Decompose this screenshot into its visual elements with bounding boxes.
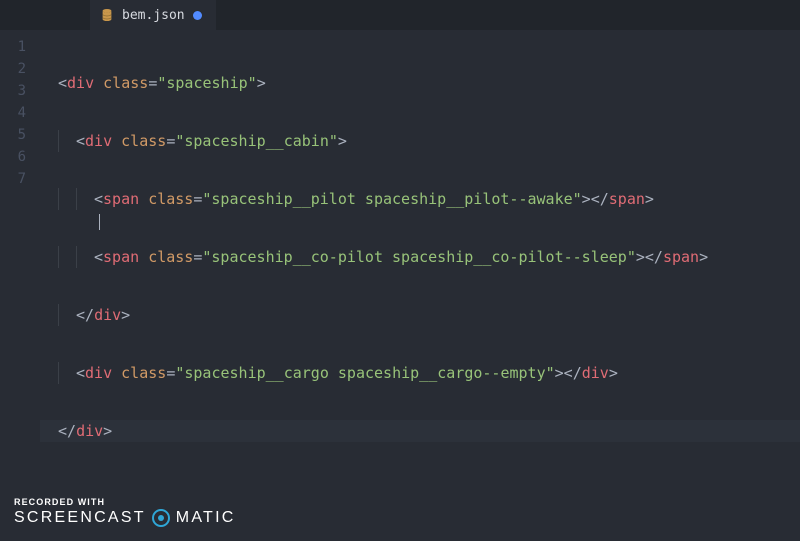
line-number: 1 (0, 36, 40, 58)
code-line[interactable]: <span class="spaceship__pilot spaceship_… (40, 188, 800, 210)
tab-filename: bem.json (122, 8, 185, 23)
line-number: 4 (0, 102, 40, 124)
code-line[interactable]: </div> (40, 420, 800, 442)
target-icon (152, 509, 170, 527)
watermark: RECORDED WITH SCREENCAST MATIC (14, 498, 236, 527)
text-cursor-icon (99, 214, 100, 230)
database-icon (100, 8, 114, 22)
watermark-text-1: SCREENCAST (14, 510, 146, 527)
watermark-text-2: MATIC (176, 510, 236, 527)
watermark-logo: SCREENCAST MATIC (14, 509, 236, 527)
code-line[interactable]: </div> (40, 304, 800, 326)
code-area[interactable]: <div class="spaceship"> <div class="spac… (40, 30, 800, 541)
code-line[interactable]: <span class="spaceship__co-pilot spacesh… (40, 246, 800, 268)
file-tab[interactable]: bem.json (90, 0, 216, 30)
line-number: 5 (0, 124, 40, 146)
code-line[interactable]: <div class="spaceship__cabin"> (40, 130, 800, 152)
watermark-small-text: RECORDED WITH (14, 498, 236, 507)
code-line[interactable]: <div class="spaceship__cargo spaceship__… (40, 362, 800, 384)
line-number: 3 (0, 80, 40, 102)
code-line[interactable]: <div class="spaceship"> (40, 72, 800, 94)
code-editor[interactable]: 1 2 3 4 5 6 7 <div class="spaceship"> <d… (0, 30, 800, 541)
line-number: 7 (0, 168, 40, 190)
line-number: 2 (0, 58, 40, 80)
line-number: 6 (0, 146, 40, 168)
line-number-gutter: 1 2 3 4 5 6 7 (0, 30, 40, 541)
unsaved-indicator-icon (193, 11, 202, 20)
tab-bar: bem.json (0, 0, 800, 30)
